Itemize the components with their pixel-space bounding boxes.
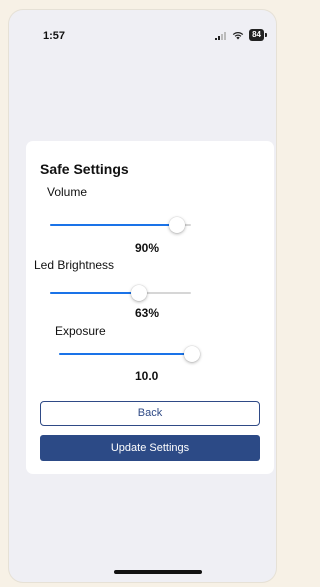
slider-fill [59, 353, 192, 355]
battery-icon: 84 [249, 29, 267, 41]
status-bar: 1:57 84 [9, 10, 276, 54]
slider-fill [50, 292, 139, 294]
status-time: 1:57 [43, 30, 66, 42]
volume-value: 90% [135, 241, 160, 255]
status-icons: 84 [215, 29, 267, 41]
volume-slider[interactable] [50, 217, 191, 233]
home-indicator [114, 570, 202, 574]
exposure-label: Exposure [55, 324, 106, 338]
update-settings-button[interactable]: Update Settings [40, 435, 260, 461]
settings-card: Safe Settings Volume 90% Led Brightness … [26, 141, 274, 474]
led-brightness-slider[interactable] [50, 285, 191, 301]
slider-thumb[interactable] [130, 285, 147, 301]
signal-icon [215, 31, 227, 40]
wifi-icon [232, 31, 244, 39]
volume-label: Volume [47, 185, 88, 199]
back-button[interactable]: Back [40, 401, 260, 426]
exposure-slider[interactable] [59, 346, 200, 362]
exposure-value: 10.0 [135, 369, 159, 383]
slider-thumb[interactable] [184, 346, 200, 362]
settings-title: Safe Settings [40, 161, 129, 177]
slider-fill [50, 224, 177, 226]
slider-thumb[interactable] [168, 217, 185, 233]
led-brightness-value: 63% [135, 306, 160, 320]
led-brightness-label: Led Brightness [34, 258, 115, 272]
phone-screen: 1:57 84 Safe Settings Volume 90% Led Bri… [9, 10, 276, 582]
